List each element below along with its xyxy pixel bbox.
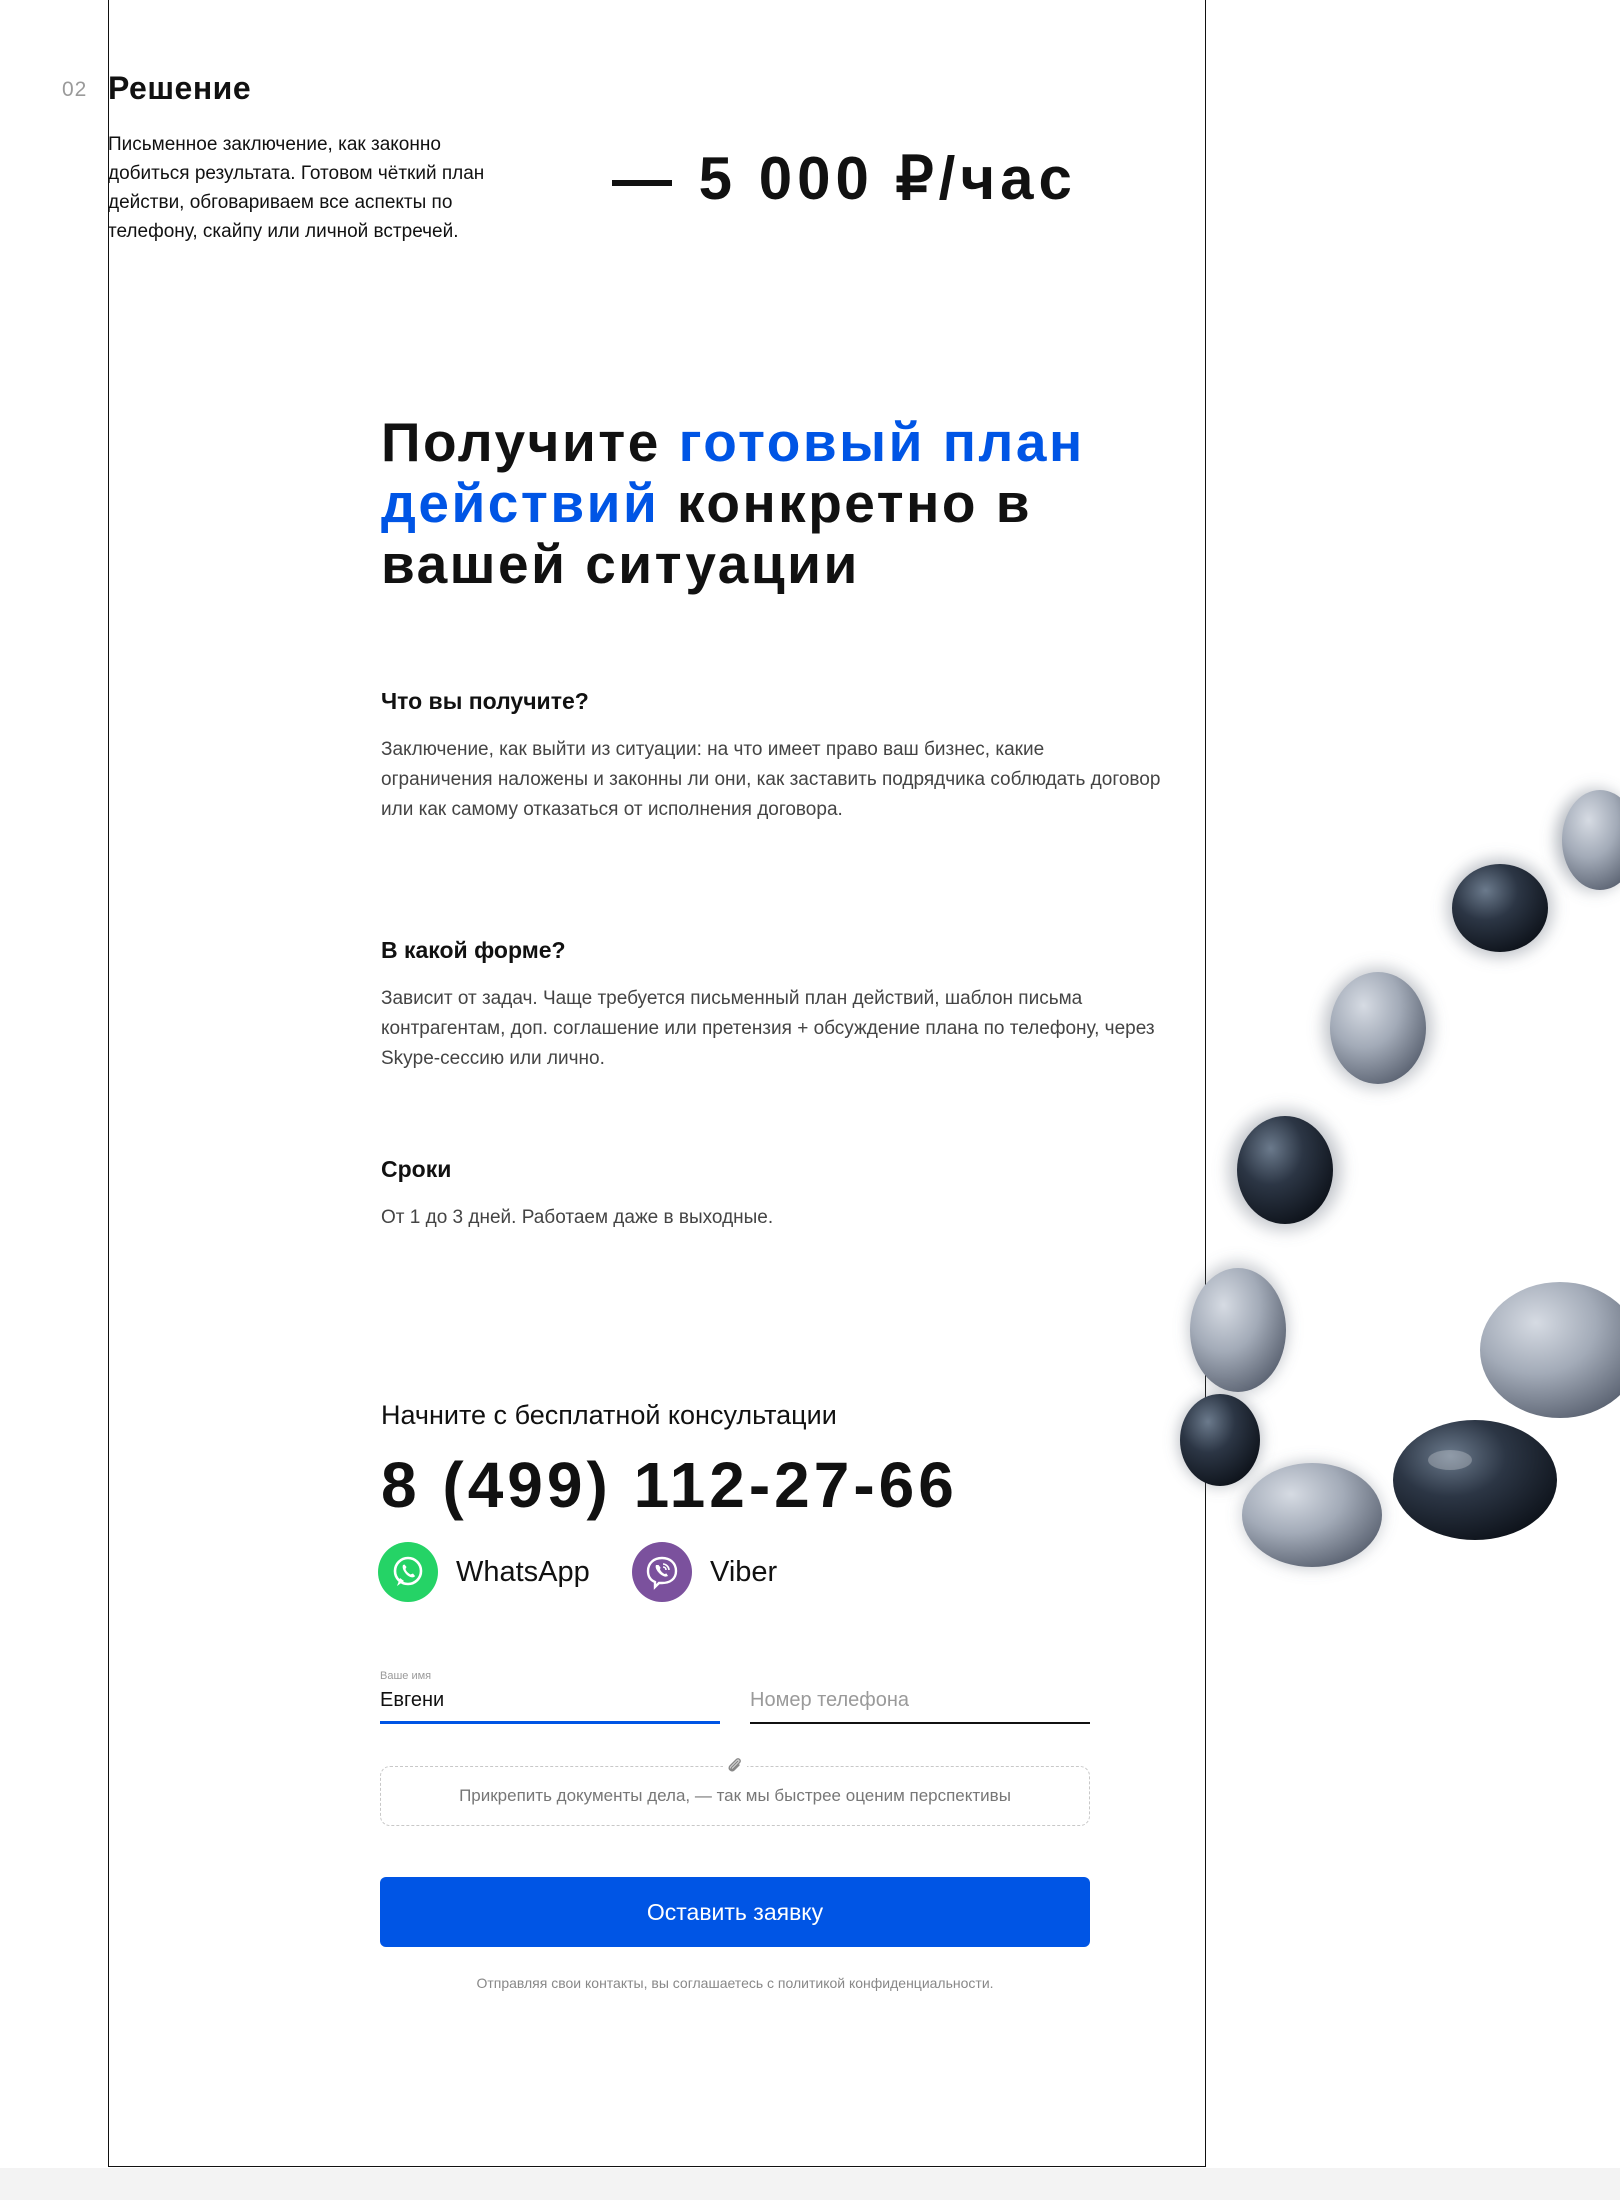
cta-title: Начните с бесплатной консультации: [381, 1400, 837, 1430]
phone-field-underline: [750, 1722, 1090, 1724]
decorative-stones-image: [1170, 780, 1620, 1577]
whatsapp-link[interactable]: WhatsApp: [378, 1542, 590, 1602]
stone-1: [1547, 780, 1620, 900]
stone-4: [1219, 1100, 1351, 1240]
main-headline: Получите готовый план действий конкретно…: [381, 412, 1181, 595]
section-description: Письменное заключение, как законно добит…: [108, 134, 485, 242]
stone-9: [1232, 1453, 1392, 1577]
paperclip-icon: [723, 1755, 747, 1777]
phone-number[interactable]: 8 (499) 112-27-66: [381, 1448, 958, 1522]
viber-icon: [632, 1542, 692, 1602]
phone-field[interactable]: [750, 1670, 1090, 1724]
name-input[interactable]: [380, 1683, 720, 1715]
viber-link[interactable]: Viber: [632, 1542, 777, 1602]
name-field-underline: [380, 1721, 720, 1724]
attach-documents-dropzone[interactable]: Прикрепить документы дела, — так мы быст…: [380, 1755, 1090, 1826]
stone-2: [1438, 850, 1562, 966]
whatsapp-label: WhatsApp: [456, 1555, 590, 1588]
price-tag: — 5 000 ₽/час: [612, 145, 1077, 212]
footer-strip: [0, 2168, 1620, 2200]
headline-part-1: Получите: [381, 411, 679, 473]
faq-title-terms: Сроки: [381, 1156, 452, 1182]
content-panel: [108, 0, 1206, 2167]
whatsapp-icon: [378, 1542, 438, 1602]
stone-3: [1314, 958, 1442, 1098]
attach-documents-text: Прикрепить документы дела, — так мы быст…: [459, 1786, 1011, 1805]
faq-title-form: В какой форме?: [381, 937, 566, 963]
faq-text-form: Зависит от задач. Чаще требуется письмен…: [381, 988, 1155, 1069]
faq-text-terms: От 1 до 3 дней. Работаем даже в выходные…: [381, 1207, 774, 1228]
viber-label: Viber: [710, 1555, 778, 1588]
faq-title-result: Что вы получите?: [381, 688, 589, 714]
section-title: Решение: [108, 70, 252, 106]
name-field-label: Ваше имя: [380, 1670, 432, 1682]
privacy-consent-text: Отправляя свои контакты, вы соглашаетесь…: [476, 1975, 994, 1991]
faq-text-result: Заключение, как выйти из ситуации: на чт…: [381, 739, 1161, 820]
stone-8: [1393, 1420, 1557, 1540]
stone-6: [1480, 1282, 1620, 1418]
name-field[interactable]: Ваше имя: [380, 1670, 720, 1724]
phone-input[interactable]: [750, 1683, 1090, 1715]
stone-5: [1180, 1253, 1296, 1403]
section-number: 02: [62, 78, 88, 101]
submit-request-button[interactable]: Оставить заявку: [380, 1877, 1090, 1947]
